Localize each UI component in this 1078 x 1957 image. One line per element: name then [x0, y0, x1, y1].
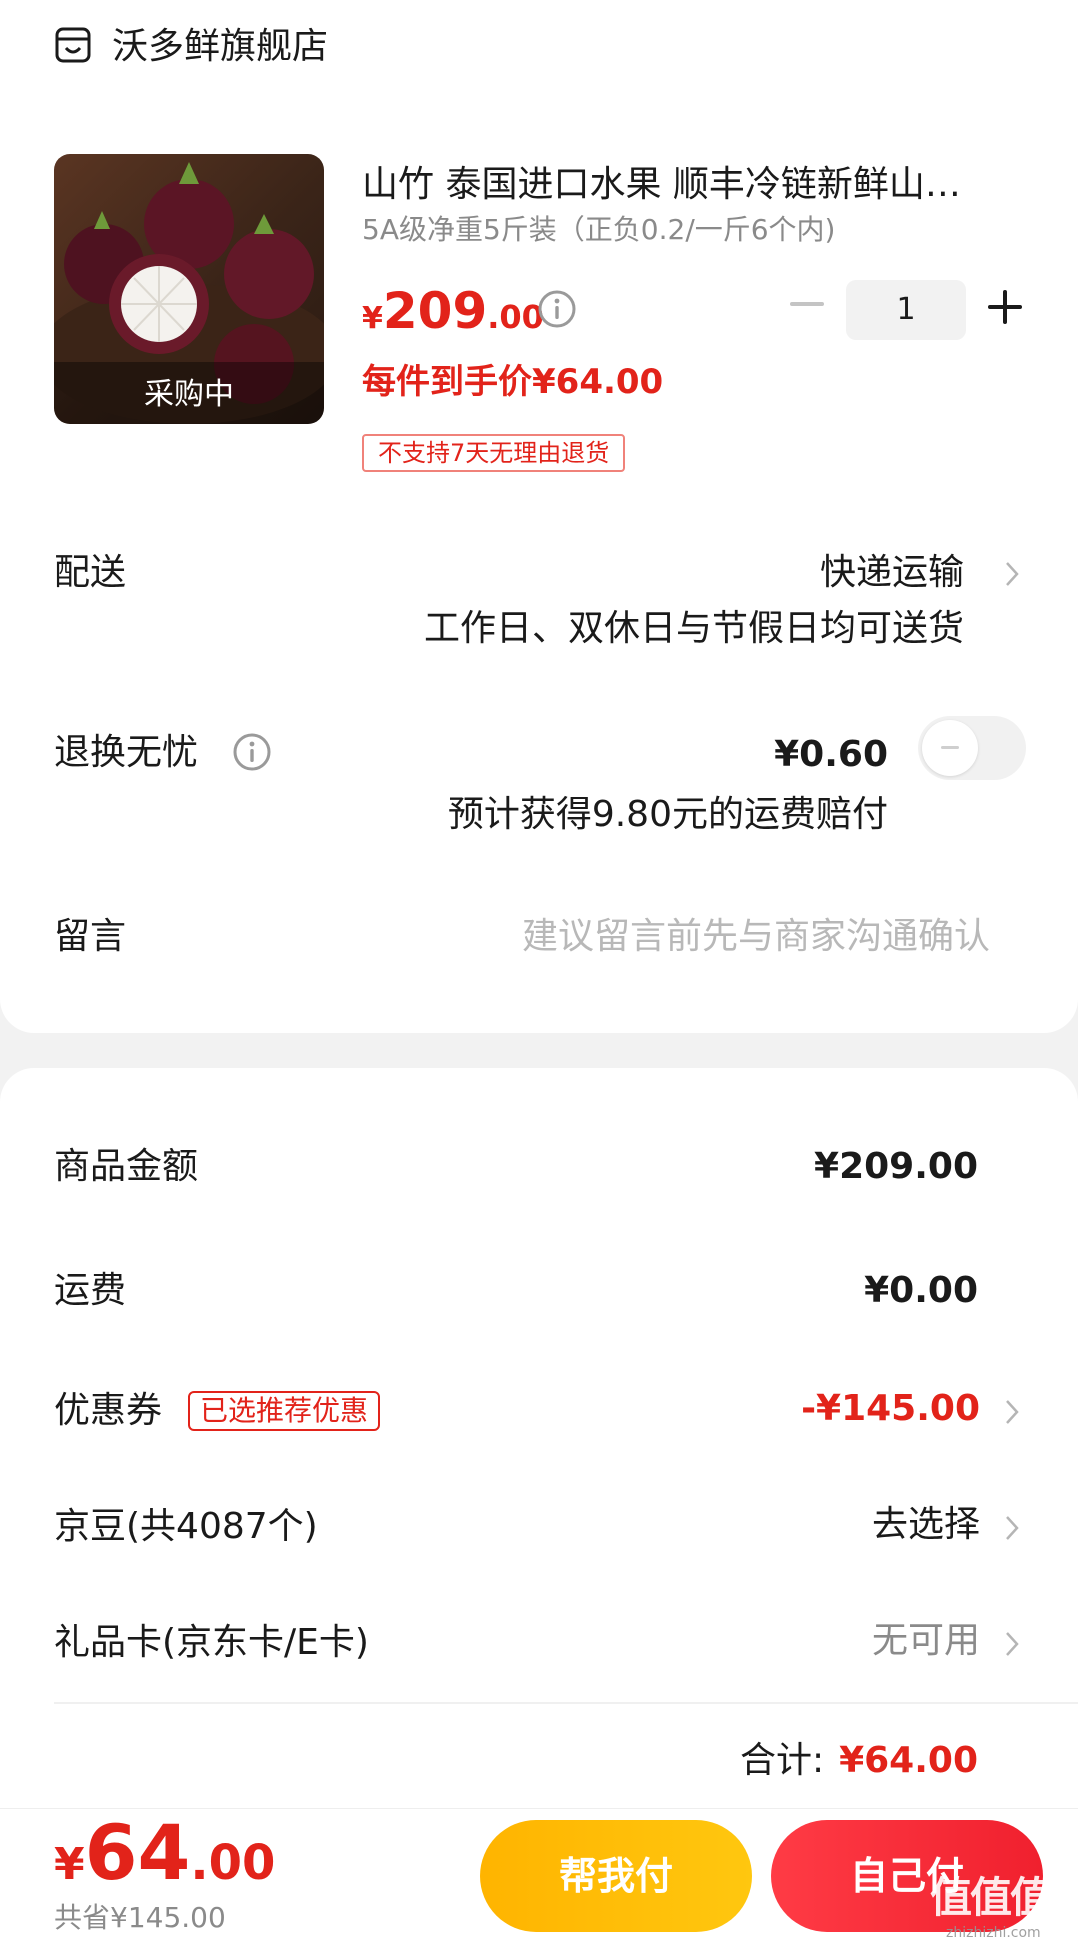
total-value: ¥64.00 — [839, 1740, 978, 1781]
delivery-chevron-icon[interactable] — [1004, 560, 1020, 588]
goods-amount-label: 商品金额 — [54, 1146, 199, 1187]
message-input[interactable]: 建议留言前先与商家沟通确认 — [522, 914, 990, 960]
coupon-value[interactable]: -¥145.00 — [801, 1386, 980, 1432]
return-insurance-toggle[interactable] — [918, 716, 1026, 780]
store-icon — [54, 26, 92, 64]
delivery-note: 工作日、双休日与节假日均可送货 — [423, 608, 964, 649]
watermark-url: zhizhizhi.com — [946, 1925, 1041, 1941]
coupon-chevron-icon[interactable] — [1004, 1398, 1020, 1426]
footer-price: ¥64.00 — [54, 1808, 275, 1897]
coupon-label: 优惠券 — [54, 1390, 163, 1431]
product-spec[interactable]: 5A级净重5斤装（正负0.2/一斤6个内) — [362, 212, 836, 248]
saved-amount: 共省¥145.00 — [54, 1901, 226, 1934]
quantity-decrease-button[interactable] — [790, 302, 824, 306]
coupon-tag: 已选推荐优惠 — [188, 1391, 381, 1431]
toggle-knob — [922, 720, 978, 776]
gift-card-label: 礼品卡(京东卡/E卡) — [54, 1622, 369, 1663]
return-insurance-price: ¥0.60 — [774, 734, 888, 775]
delivery-label: 配送 — [54, 552, 127, 593]
jd-beans-select[interactable]: 去选择 — [872, 1502, 980, 1548]
quantity-input[interactable]: 1 — [846, 280, 966, 340]
watermark-logo: 值值值 — [930, 1873, 1052, 1922]
total-label: 合计: — [740, 1740, 825, 1781]
quantity-increase-button[interactable] — [988, 290, 1022, 324]
summary-divider — [54, 1702, 1078, 1704]
message-label: 留言 — [54, 916, 127, 957]
footer-price-decimal: .00 — [190, 1835, 276, 1891]
gift-card-chevron-icon[interactable] — [1004, 1630, 1020, 1658]
jd-beans-chevron-icon[interactable] — [1004, 1514, 1020, 1542]
help-me-pay-button[interactable]: 帮我付 — [480, 1820, 752, 1932]
product-title[interactable]: 山竹 泰国进口水果 顺丰冷链新鲜山… — [362, 162, 1012, 208]
jd-beans-label: 京豆(共4087个) — [54, 1506, 318, 1547]
thumb-status-label: 采购中 — [144, 377, 234, 412]
goods-amount-value: ¥209.00 — [814, 1146, 978, 1187]
gift-card-value[interactable]: 无可用 — [872, 1618, 980, 1664]
return-insurance-note: 预计获得9.80元的运费赔付 — [447, 794, 888, 835]
return-insurance-info-icon[interactable] — [232, 732, 272, 772]
product-image[interactable]: 采购中 — [54, 154, 324, 424]
price-currency: ¥ — [362, 301, 383, 336]
return-insurance-label: 退换无忧 — [54, 732, 199, 773]
return-policy-tag: 不支持7天无理由退货 — [362, 434, 626, 472]
delivery-method[interactable]: 快递运输 — [820, 550, 964, 596]
price-integer: 209 — [382, 282, 488, 340]
shipping-value: ¥0.00 — [864, 1270, 978, 1311]
shipping-label: 运费 — [54, 1270, 127, 1311]
price-decimal: .00 — [487, 298, 544, 336]
product-price: ¥209.00 — [362, 282, 544, 340]
footer-price-integer: 64 — [84, 1808, 191, 1897]
store-name[interactable]: 沃多鲜旗舰店 — [112, 24, 328, 70]
footer-price-currency: ¥ — [54, 1839, 85, 1890]
price-info-icon[interactable] — [537, 289, 577, 329]
unit-price: 每件到手价¥64.00 — [362, 362, 664, 402]
